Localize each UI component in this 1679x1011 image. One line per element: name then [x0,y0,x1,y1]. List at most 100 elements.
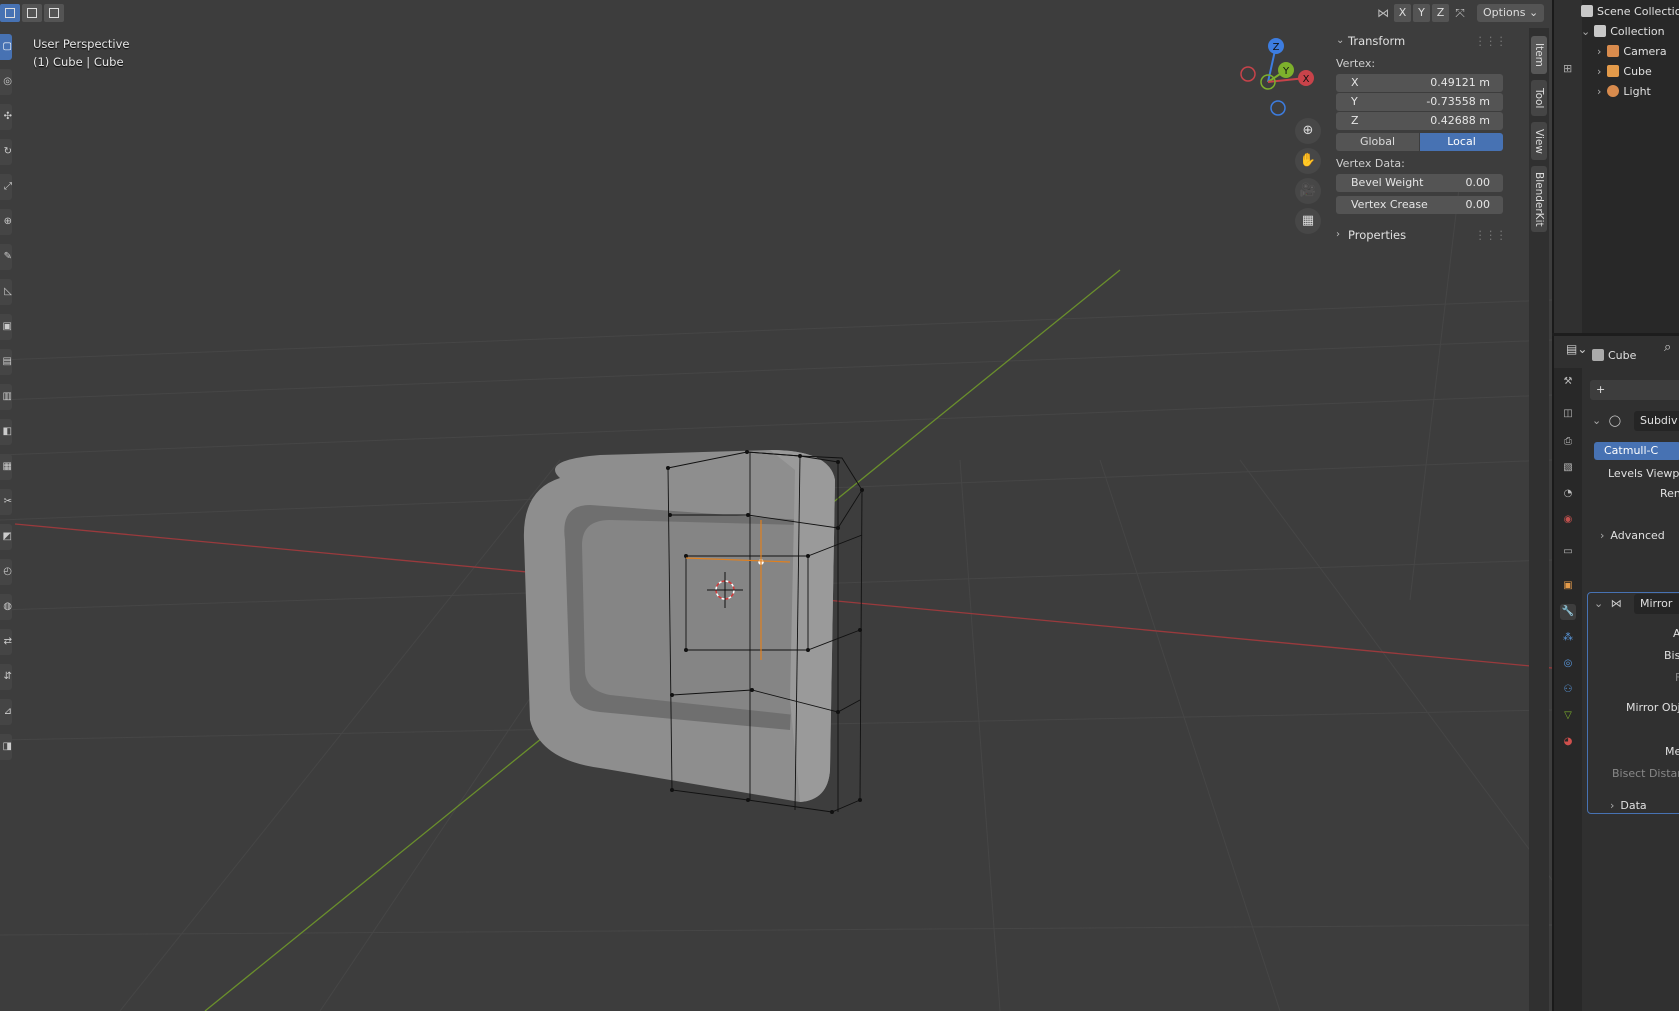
properties-panel-header[interactable]: › Properties ⋮⋮⋮ [1336,222,1516,248]
knife-tool[interactable]: ✂ [0,489,12,515]
rotate-tool[interactable]: ↻ [0,139,12,165]
particles-tab-icon[interactable]: ⁂ [1560,630,1576,646]
bevel-tool[interactable]: ◧ [0,419,12,445]
tool-tab-icon[interactable]: ⚒ [1560,374,1576,390]
select-box-tool[interactable]: ▢ [0,34,12,60]
world-tab-icon[interactable]: ◉ [1560,512,1576,528]
mesh-icon [1607,65,1620,77]
tab-item[interactable]: Item [1531,36,1547,74]
vertex-label: Vertex: [1336,57,1376,70]
transform-panel-header[interactable]: ⌄ Transform ⋮⋮⋮ [1336,28,1516,54]
collection-tab-icon[interactable]: ▭ [1560,544,1576,560]
outliner: ⊞ Scene Collection ⌄ Collection › Camera ›… [1552,0,1679,333]
data-subpanel[interactable]: › Data [1610,796,1647,816]
collection-row[interactable]: ⌄ Collection [1581,22,1665,42]
pan-hand-icon[interactable]: ✋ [1295,148,1321,174]
annotate-tool[interactable]: ✎ [0,244,12,270]
edge-select-mode-button[interactable] [22,4,42,22]
face-select-mode-button[interactable] [44,4,64,22]
y-value: -0.73558 m [1426,95,1490,108]
outliner-item-camera[interactable]: › Camera [1597,42,1667,62]
subdiv-modifier-header[interactable]: ⌄ ◯ [1592,411,1621,431]
catmull-clark-button[interactable]: Catmull-C [1594,442,1679,460]
edge-slide-tool[interactable]: ⇄ [0,629,12,655]
inset-tool[interactable]: ▥ [0,384,12,410]
vertex-z-field[interactable]: Z 0.42688 m [1336,112,1503,130]
perspective-grid-icon[interactable]: ▦ [1295,208,1321,234]
move-tool[interactable]: ✣ [0,104,12,130]
object-tab-icon[interactable]: ▣ [1560,578,1576,594]
3d-viewport[interactable]: ⋈ X Y Z ⤧ Options ⌄ User Perspective (1)… [0,0,1552,1011]
vertex-crease-field[interactable]: Vertex Crease 0.00 [1336,196,1503,214]
modifier-tab-icon[interactable]: 🔧 [1560,604,1576,620]
cube-mesh[interactable] [523,450,864,814]
view-layer-tab-icon[interactable]: ▧ [1560,460,1576,476]
add-modifier-button[interactable]: + [1590,380,1679,400]
tool-shelf: ▢ ◎ ✣ ↻ ⤢ ⊕ ✎ ◺ ▣ ▤ ▥ ◧ ▦ ✂ ◩ ◴ ◍ ⇄ ⇵ ⊿ … [0,34,14,769]
tab-blenderkit[interactable]: BlenderKit [1531,166,1547,232]
loop-cut-tool[interactable]: ▦ [0,454,12,480]
object-icon [1592,349,1604,361]
zoom-icon[interactable]: ⊕ [1295,118,1321,144]
spin-tool[interactable]: ◴ [0,559,12,585]
render-tab-icon[interactable]: ◫ [1560,406,1576,422]
z-value: 0.42688 m [1430,114,1490,127]
search-icon[interactable]: ⌕ [1664,340,1671,355]
tab-view[interactable]: View [1531,122,1547,160]
bevel-weight-value: 0.00 [1465,176,1491,189]
drag-grip-icon[interactable]: ⋮⋮⋮ [1475,222,1507,248]
vertex-y-field[interactable]: Y -0.73558 m [1336,93,1503,111]
camera-view-icon[interactable]: 🎥 [1295,178,1321,204]
navigation-gizmo[interactable]: Z Y X [1236,34,1322,118]
outliner-item-light[interactable]: › Light [1597,82,1651,102]
properties-tabs: ⚒ ◫ ⎙ ▧ ◔ ◉ ▭ ▣ 🔧 ⁂ ◎ ⚇ ▽ ◕ [1554,368,1582,1011]
smooth-tool[interactable]: ◍ [0,594,12,620]
editor-type-icon[interactable]: ▤⌄ [1566,342,1587,356]
mirror-y-button[interactable]: Y [1413,4,1430,22]
constraints-tab-icon[interactable]: ⚇ [1560,682,1576,698]
vertex-x-field[interactable]: X 0.49121 m [1336,74,1503,92]
advanced-subpanel[interactable]: › Advanced [1600,526,1665,546]
measure-tool[interactable]: ◺ [0,279,12,305]
shrink-fatten-tool[interactable]: ⇵ [0,664,12,690]
chevron-down-icon: ⌄ [1528,6,1539,19]
outliner-item-cube[interactable]: › Cube [1597,62,1652,82]
topology-mirror-icon[interactable]: ⤧ [1451,4,1469,22]
rip-region-tool[interactable]: ◨ [0,734,12,760]
cube-label: Cube [1623,65,1652,78]
mirror-icon[interactable]: ⋈ [1374,4,1392,22]
vertex-select-mode-button[interactable] [0,4,20,22]
material-tab-icon[interactable]: ◕ [1560,734,1576,750]
gizmo-neg-x-handle[interactable] [1240,66,1256,82]
output-tab-icon[interactable]: ⎙ [1560,434,1576,450]
mirror-z-button[interactable]: Z [1432,4,1449,22]
mirror-x-button[interactable]: X [1394,4,1411,22]
mirror-name-field[interactable]: Mirror [1634,594,1679,614]
extrude-tool[interactable]: ▤ [0,349,12,375]
bevel-weight-field[interactable]: Bevel Weight 0.00 [1336,174,1503,192]
gizmo-neg-z-handle[interactable] [1270,100,1286,116]
data-tab-icon[interactable]: ▽ [1560,708,1576,724]
scene-collection-row[interactable]: Scene Collection [1581,2,1679,22]
local-button[interactable]: Local [1420,133,1503,151]
object-name-label: Cube [1608,349,1637,362]
physics-tab-icon[interactable]: ◎ [1560,656,1576,672]
add-cube-tool[interactable]: ▣ [0,314,12,340]
drag-grip-icon[interactable]: ⋮⋮⋮ [1475,28,1507,54]
scale-tool[interactable]: ⤢ [0,174,12,200]
global-button[interactable]: Global [1336,133,1419,151]
viewport-header: ⋈ X Y Z ⤧ Options ⌄ [0,0,1552,26]
properties-panel-title: Properties [1348,228,1407,242]
scene-tab-icon[interactable]: ◔ [1560,486,1576,502]
options-dropdown[interactable]: Options ⌄ [1477,4,1545,22]
outliner-filter-icon[interactable]: ⊞ [1563,62,1575,75]
chevron-right-icon: › [1336,229,1340,240]
transform-panel-title: Transform [1348,34,1406,48]
cursor-tool[interactable]: ◎ [0,69,12,95]
mirror-modifier-header[interactable]: ⌄ ⋈ [1594,594,1622,614]
transform-tool[interactable]: ⊕ [0,209,12,235]
tab-tool[interactable]: Tool [1531,80,1547,116]
shear-tool[interactable]: ⊿ [0,699,12,725]
poly-build-tool[interactable]: ◩ [0,524,12,550]
subdiv-name-field[interactable]: Subdiv [1634,411,1679,431]
